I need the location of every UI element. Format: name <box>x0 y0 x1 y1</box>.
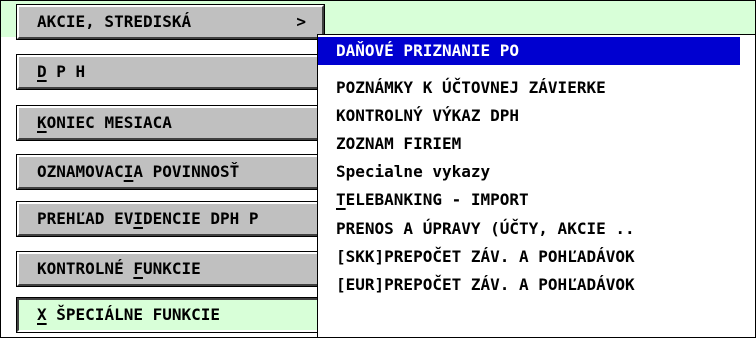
submenu-item-label: [SKK]PREPOČET ZÁV. A POHĽADÁVOK <box>336 247 635 266</box>
hotkey-letter: I <box>123 162 134 181</box>
hotkey-letter: T <box>336 190 346 209</box>
submenu-item-label: PRENOS A ÚPRAVY (ÚČTY, AKCIE .. <box>336 219 635 238</box>
hotkey-letter: F <box>133 259 143 278</box>
submenu-item-label: ZOZNAM FIRIEM <box>336 134 462 153</box>
menu-item-label: KONTROLNÉ <box>37 259 134 278</box>
menu-item-label-rest: UNKCIE <box>142 259 201 278</box>
special-functions-submenu: DAŇOVÉ PRIZNANIE PO POZNÁMKY K ÚČTOVNEJ … <box>317 34 755 337</box>
menu-item-label: ONIEC MESIACA <box>46 113 172 132</box>
submenu-item-prenos-a-upravy[interactable]: PRENOS A ÚPRAVY (ÚČTY, AKCIE .. <box>318 215 755 243</box>
submenu-item-label: Specialne vykazy <box>336 162 491 181</box>
application-window: AKCIE, STREDISKÁ > D P H KONIEC MESIACA O… <box>0 0 756 338</box>
hotkey-letter: I <box>133 209 143 228</box>
menu-item-label: OZNAMOVAC <box>37 162 124 181</box>
menu-item-akcie-strediska[interactable]: AKCIE, STREDISKÁ > <box>16 4 325 40</box>
submenu-item-label: KONTROLNÝ VÝKAZ DPH <box>336 106 520 125</box>
submenu-item-label: POZNÁMKY K ÚČTOVNEJ ZÁVIERKE <box>336 78 606 97</box>
hotkey-letter: X <box>37 305 47 324</box>
submenu-item-label: DAŇOVÉ PRIZNANIE PO <box>336 41 520 60</box>
menu-item-prehlad-evidencie-dph[interactable]: PREHĽAD EVIDENCIE DPH P <box>16 201 325 237</box>
submenu-item-poznamky-k-uctovnej-zavierke[interactable]: POZNÁMKY K ÚČTOVNEJ ZÁVIERKE <box>318 74 755 102</box>
submenu-item-skk-prepocet[interactable]: [SKK]PREPOČET ZÁV. A POHĽADÁVOK <box>318 243 755 271</box>
hotkey-letter: K <box>37 113 47 132</box>
submenu-item-eur-prepocet[interactable]: [EUR]PREPOČET ZÁV. A POHĽADÁVOK <box>318 271 755 299</box>
menu-item-label: PREHĽAD EV <box>37 209 134 228</box>
submenu-item-label: [EUR]PREPOČET ZÁV. A POHĽADÁVOK <box>336 275 635 294</box>
menu-item-label: P H <box>46 62 86 81</box>
submenu-item-specialne-vykazy[interactable]: Specialne vykazy <box>318 158 755 186</box>
menu-item-oznamovacia-povinnost[interactable]: OZNAMOVACIA POVINNOSŤ <box>16 154 325 190</box>
menu-item-kontrolne-funkcie[interactable]: KONTROLNÉ FUNKCIE <box>16 251 325 287</box>
submenu-item-danove-priznanie-po[interactable]: DAŇOVÉ PRIZNANIE PO <box>318 37 740 65</box>
submenu-item-telebanking-import[interactable]: TELEBANKING - IMPORT <box>318 186 755 214</box>
menu-item-dph[interactable]: D P H <box>16 54 325 90</box>
menu-item-label-rest: DENCIE DPH P <box>142 209 259 228</box>
menu-item-label: ŠPECIÁLNE FUNKCIE <box>46 305 221 324</box>
submenu-item-label: ELEBANKING - IMPORT <box>345 190 529 209</box>
menu-item-label-rest: A POVINNOSŤ <box>133 162 240 181</box>
menu-item-koniec-mesiaca[interactable]: KONIEC MESIACA <box>16 105 325 141</box>
submenu-arrow-icon: > <box>296 12 306 31</box>
hotkey-letter: D <box>37 62 47 81</box>
submenu-item-kontrolny-vykaz-dph[interactable]: KONTROLNÝ VÝKAZ DPH <box>318 102 755 130</box>
submenu-item-zoznam-firiem[interactable]: ZOZNAM FIRIEM <box>318 130 755 158</box>
menu-item-label: AKCIE, STREDISKÁ <box>37 12 192 31</box>
menu-item-specialne-funkcie[interactable]: X ŠPECIÁLNE FUNKCIE <box>16 297 325 333</box>
